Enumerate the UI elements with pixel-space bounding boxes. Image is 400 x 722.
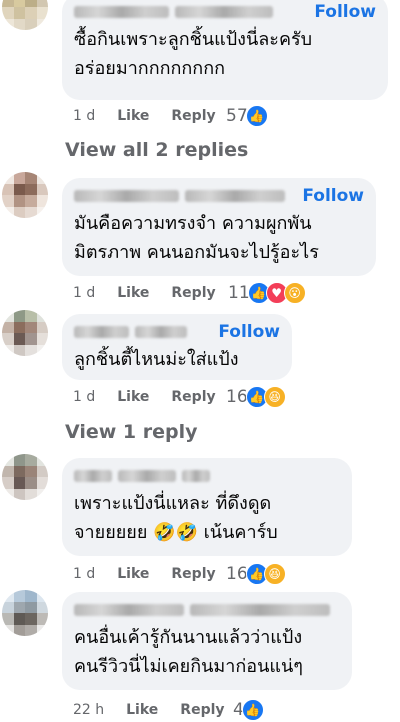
reaction-count: 16 xyxy=(226,564,248,584)
blurred-author-name[interactable] xyxy=(74,190,179,202)
comment-bubble: เพราะแป้งนี่แหละ ที่ดึงดูด จายยยยย 🤣🤣 เน… xyxy=(62,458,352,556)
comment-text: ลูกชิ้นตี้ไหนม่ะใส่แป้ง xyxy=(74,349,239,370)
comment-bubble: Follow ซื้อกินเพราะลูกชิ้นแป้งนี่ละครับ … xyxy=(62,0,388,100)
comment-header xyxy=(74,599,340,621)
avatar[interactable] xyxy=(2,0,48,30)
wow-face-icon: 😮 xyxy=(283,282,306,304)
comment-actions: 1 d Like Reply xyxy=(73,563,238,585)
comment-timestamp[interactable]: 22 h xyxy=(73,702,104,718)
blurred-author-name[interactable] xyxy=(182,470,210,482)
like-button[interactable]: Like xyxy=(126,702,158,718)
view-replies-link[interactable]: View 1 reply xyxy=(65,421,198,443)
comment-header: Follow xyxy=(74,321,280,343)
follow-button[interactable]: Follow xyxy=(302,186,364,206)
reply-button[interactable]: Reply xyxy=(171,285,215,301)
like-button[interactable]: Like xyxy=(117,285,149,301)
like-button[interactable]: Like xyxy=(117,389,149,405)
reaction-summary[interactable]: 4 👍 xyxy=(233,698,264,722)
avatar[interactable] xyxy=(2,454,48,500)
reply-button[interactable]: Reply xyxy=(171,566,215,582)
comment-actions: 1 d Like Reply xyxy=(73,282,238,304)
comment-actions: 1 d Like Reply xyxy=(73,105,238,127)
reaction-count: 16 xyxy=(226,387,248,407)
comment-bubble: คนอื่นเค้ารู้กันนานแล้วว่าแป้ง คนรีวิวนี… xyxy=(62,592,352,690)
reply-button[interactable]: Reply xyxy=(171,108,215,124)
blurred-author-name[interactable] xyxy=(74,6,169,18)
comment-timestamp[interactable]: 1 d xyxy=(73,285,95,301)
comment-text: ซื้อกินเพราะลูกชิ้นแป้งนี่ละครับ อร่อยมา… xyxy=(74,29,313,79)
reply-button[interactable]: Reply xyxy=(180,702,224,718)
comment-header: Follow xyxy=(74,185,364,207)
comment-actions: 22 h Like Reply xyxy=(73,699,247,721)
like-button[interactable]: Like xyxy=(117,566,149,582)
thumbs-up-icon: 👍 xyxy=(245,105,268,127)
comment-text: เพราะแป้งนี่แหละ ที่ดึงดูด จายยยยย 🤣🤣 เน… xyxy=(74,493,278,543)
laughing-face-icon: 😆 xyxy=(263,563,286,585)
blurred-author-name[interactable] xyxy=(74,470,112,482)
like-button[interactable]: Like xyxy=(117,108,149,124)
reaction-count: 11 xyxy=(228,283,250,303)
blurred-author-name[interactable] xyxy=(118,470,176,482)
follow-button[interactable]: Follow xyxy=(218,322,280,342)
reply-button[interactable]: Reply xyxy=(171,389,215,405)
blurred-author-name[interactable] xyxy=(74,604,184,616)
comment-timestamp[interactable]: 1 d xyxy=(73,108,95,124)
reaction-summary[interactable]: 11 👍 ♥ 😮 xyxy=(228,281,306,305)
comment-bubble: Follow มันคือความทรงจำ ความผูกพัน มิตรภา… xyxy=(62,178,376,276)
blurred-author-name[interactable] xyxy=(74,326,129,338)
comment-header xyxy=(74,465,340,487)
thumbs-up-icon: 👍 xyxy=(241,699,264,721)
reaction-summary[interactable]: 16 👍 😆 xyxy=(226,562,286,586)
blurred-author-name[interactable] xyxy=(190,604,330,616)
reaction-count: 57 xyxy=(226,106,248,126)
comment-timestamp[interactable]: 1 d xyxy=(73,389,95,405)
view-replies-link[interactable]: View all 2 replies xyxy=(65,139,248,161)
comment-text: คนอื่นเค้ารู้กันนานแล้วว่าแป้ง คนรีวิวนี… xyxy=(74,627,303,677)
laughing-face-icon: 😆 xyxy=(263,386,286,408)
avatar[interactable] xyxy=(2,172,48,218)
follow-button[interactable]: Follow xyxy=(314,2,376,22)
comment-bubble: Follow ลูกชิ้นตี้ไหนม่ะใส่แป้ง xyxy=(62,314,292,380)
reaction-summary[interactable]: 16 👍 😆 xyxy=(226,385,286,409)
avatar[interactable] xyxy=(2,310,48,356)
blurred-author-name[interactable] xyxy=(185,190,285,202)
avatar[interactable] xyxy=(2,590,48,636)
comment-text: มันคือความทรงจำ ความผูกพัน มิตรภาพ คนนอก… xyxy=(74,213,319,263)
blurred-author-name[interactable] xyxy=(135,326,187,338)
reaction-summary[interactable]: 57 👍 xyxy=(226,104,268,128)
comment-header: Follow xyxy=(74,1,376,23)
blurred-author-name[interactable] xyxy=(175,6,273,18)
comment-timestamp[interactable]: 1 d xyxy=(73,566,95,582)
comment-actions: 1 d Like Reply xyxy=(73,386,238,408)
